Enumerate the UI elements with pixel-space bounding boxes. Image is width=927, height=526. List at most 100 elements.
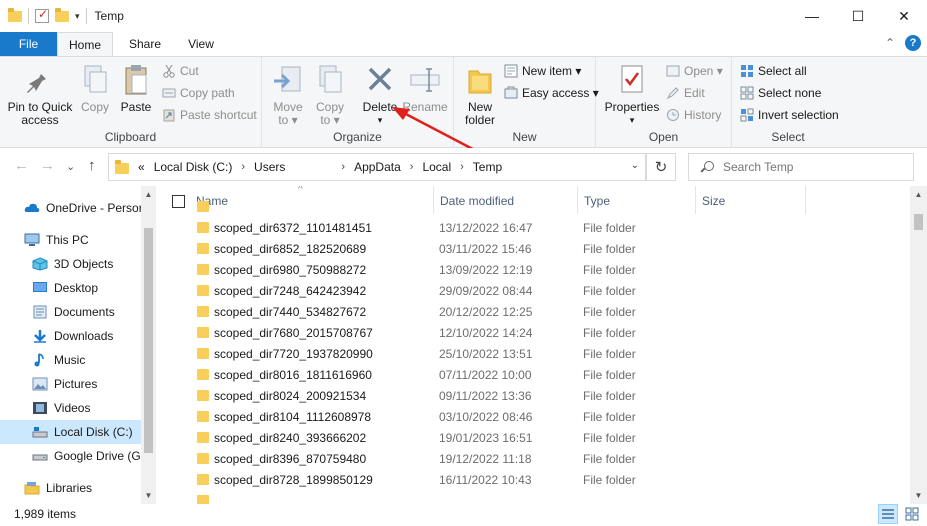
address-history-dropdown[interactable]: ⌄ <box>631 160 639 171</box>
breadcrumb-separator[interactable]: › <box>410 161 414 173</box>
organize-group: Move to ▾ Copy to ▾ Delete ▾ Rename Orga… <box>262 57 454 148</box>
breadcrumb-local-disk[interactable]: Local Disk (C:) <box>154 160 233 174</box>
properties-dropdown-icon[interactable]: ▾ <box>602 114 662 127</box>
breadcrumb-separator[interactable]: › <box>460 161 464 173</box>
nav-onedrive[interactable]: OneDrive - Persor <box>0 196 141 220</box>
customize-quick-access-button[interactable]: ▾ <box>75 11 80 22</box>
nav-libraries[interactable]: Libraries <box>0 476 141 500</box>
pin-to-quick-access-button[interactable]: Pin to Quick access <box>4 61 76 127</box>
nav-pane-scroll-thumb[interactable] <box>144 228 153 453</box>
cut-button[interactable]: Cut <box>162 61 199 81</box>
maximize-button[interactable]: ☐ <box>835 0 881 32</box>
history-button[interactable]: History <box>666 105 721 125</box>
breadcrumb-temp[interactable]: Temp <box>473 160 502 174</box>
table-row[interactable]: scoped_dir6980_750988272 13/09/2022 12:19… <box>160 259 910 280</box>
breadcrumb-appdata[interactable]: AppData <box>354 160 401 174</box>
nav-pane-scrollbar[interactable]: ▲ ▼ <box>141 186 156 504</box>
nav-3d-objects[interactable]: 3D Objects <box>0 252 141 276</box>
table-row[interactable] <box>160 196 910 217</box>
folder-icon <box>197 264 209 275</box>
rename-button[interactable]: Rename <box>402 61 448 114</box>
table-row[interactable]: scoped_dir7440_534827672 20/12/2022 12:25… <box>160 301 910 322</box>
copy-path-button[interactable]: Copy path <box>162 83 235 103</box>
item-count: 1,989 items <box>14 507 77 521</box>
nav-pictures[interactable]: Pictures <box>0 372 141 396</box>
close-button[interactable]: ✕ <box>881 0 927 32</box>
new-item-button[interactable]: New item ▾ <box>504 61 581 81</box>
tab-view[interactable]: View <box>176 32 226 56</box>
paste-button[interactable]: Paste <box>116 61 156 114</box>
file-list-scroll-thumb[interactable] <box>914 214 923 230</box>
table-row[interactable]: scoped_dir8240_393666202 19/01/2023 16:51… <box>160 427 910 448</box>
minimize-button[interactable]: — <box>789 0 835 32</box>
back-button[interactable]: ← <box>14 157 29 174</box>
file-date-modified: 25/10/2022 13:51 <box>439 346 533 361</box>
scroll-up-arrow-icon[interactable]: ▲ <box>910 190 927 199</box>
up-button[interactable]: ↑ <box>88 157 96 174</box>
file-type: File folder <box>583 346 636 361</box>
forward-button[interactable]: → <box>40 157 55 174</box>
properties-button[interactable]: Properties ▾ <box>602 61 662 127</box>
music-icon <box>32 353 48 367</box>
scroll-down-arrow-icon[interactable]: ▼ <box>141 491 156 500</box>
table-row[interactable]: scoped_dir7680_2015708767 12/10/2022 14:2… <box>160 322 910 343</box>
edit-button[interactable]: Edit <box>666 83 705 103</box>
breadcrumb-users[interactable]: Users <box>254 160 285 174</box>
tab-file[interactable]: File <box>0 32 57 56</box>
pictures-icon <box>32 377 48 391</box>
table-row[interactable]: scoped_dir6852_182520689 03/11/2022 15:46… <box>160 238 910 259</box>
table-row[interactable]: scoped_dir8396_870759480 19/12/2022 11:18… <box>160 448 910 469</box>
breadcrumb-separator[interactable]: › <box>341 161 345 173</box>
nav-this-pc[interactable]: This PC <box>0 228 141 252</box>
move-to-button[interactable]: Move to ▾ <box>270 61 306 127</box>
nav-downloads[interactable]: Downloads <box>0 324 141 348</box>
delete-button[interactable]: Delete ▾ <box>360 61 400 127</box>
details-view-button[interactable] <box>878 504 898 524</box>
breadcrumb-overflow[interactable]: « <box>138 160 145 174</box>
invert-selection-button[interactable]: Invert selection <box>740 105 839 125</box>
nav-videos[interactable]: Videos <box>0 396 141 420</box>
table-row[interactable]: scoped_dir8104_1112608978 03/10/2022 08:4… <box>160 406 910 427</box>
status-bar: 1,989 items <box>0 504 927 526</box>
delete-dropdown-icon[interactable]: ▾ <box>360 114 400 127</box>
nav-local-disk[interactable]: Local Disk (C:) <box>0 420 141 444</box>
table-row[interactable]: scoped_dir7720_1937820990 25/10/2022 13:5… <box>160 343 910 364</box>
ribbon-tabs: File Home Share View ⌃ ? <box>0 32 927 57</box>
refresh-button[interactable]: ↻ <box>646 153 676 181</box>
easy-access-button[interactable]: Easy access ▾ <box>504 83 599 103</box>
table-row[interactable]: scoped_dir8016_1811616960 07/11/2022 10:0… <box>160 364 910 385</box>
table-row[interactable]: scoped_dir8728_1899850129 16/11/2022 10:4… <box>160 469 910 490</box>
nav-desktop[interactable]: Desktop <box>0 276 141 300</box>
nav-documents[interactable]: Documents <box>0 300 141 324</box>
recent-locations-button[interactable]: ⌄ <box>66 160 75 173</box>
scroll-up-arrow-icon[interactable]: ▲ <box>141 190 156 199</box>
large-icons-view-button[interactable] <box>902 504 922 524</box>
tab-home[interactable]: Home <box>57 32 113 57</box>
clipboard-group-label: Clipboard <box>104 130 157 144</box>
copy-to-button[interactable]: Copy to ▾ <box>312 61 348 127</box>
file-list-scrollbar[interactable]: ▲ ▼ <box>910 186 927 504</box>
invert-selection-icon <box>740 108 754 122</box>
nav-music[interactable]: Music <box>0 348 141 372</box>
table-row[interactable]: scoped_dir6372_1101481451 13/12/2022 16:4… <box>160 217 910 238</box>
address-bar[interactable]: « Local Disk (C:) › Users › AppData › Lo… <box>108 153 646 181</box>
table-row[interactable]: scoped_dir7248_642423942 29/09/2022 08:44… <box>160 280 910 301</box>
new-folder-button[interactable]: New folder <box>460 61 500 127</box>
help-icon[interactable]: ? <box>905 35 921 51</box>
tab-share[interactable]: Share <box>118 32 172 56</box>
paste-shortcut-button[interactable]: Paste shortcut <box>162 105 257 125</box>
copy-button[interactable]: Copy <box>76 61 114 114</box>
open-button[interactable]: Open ▾ <box>666 61 723 81</box>
search-box[interactable]: Search Temp <box>688 153 914 181</box>
table-row[interactable]: scoped_dir8024_200921534 09/11/2022 13:36… <box>160 385 910 406</box>
properties-check-icon[interactable] <box>35 7 49 23</box>
select-none-button[interactable]: Select none <box>740 83 821 103</box>
select-all-button[interactable]: Select all <box>740 61 807 81</box>
breadcrumb-separator[interactable]: › <box>241 161 245 173</box>
collapse-ribbon-icon[interactable]: ⌃ <box>885 36 895 50</box>
new-folder-quick-icon[interactable] <box>55 7 69 22</box>
nav-google-drive[interactable]: Google Drive (G: <box>0 444 141 468</box>
scroll-down-arrow-icon[interactable]: ▼ <box>910 491 927 500</box>
breadcrumb-local[interactable]: Local <box>422 160 451 174</box>
table-row[interactable] <box>160 490 910 504</box>
